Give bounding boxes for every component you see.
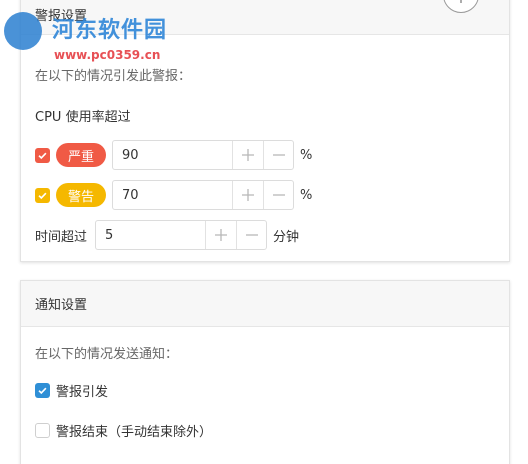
notify-raised-label: 警报引发	[56, 384, 109, 400]
page: 警报设置 在以下的情况引发此警报： CPU 使用率超过 严重 90 % 警告 7…	[0, 0, 528, 464]
warning-threshold-input[interactable]: 70	[113, 181, 234, 209]
watermark-url: www.pc0359.cn	[54, 48, 161, 62]
duration-decrement-button[interactable]	[236, 221, 266, 249]
critical-row: 严重 90 %	[35, 140, 312, 170]
critical-threshold-input[interactable]: 90	[113, 141, 234, 169]
notify-ended-checkbox[interactable]	[35, 422, 50, 438]
site-watermark: 河东软件园 www.pc0359.cn	[0, 0, 220, 72]
critical-threshold-stepper: 90	[112, 140, 295, 170]
checkmark-icon	[38, 192, 47, 199]
warning-increment-button[interactable]	[233, 181, 263, 209]
plus-icon	[242, 149, 255, 161]
warning-threshold-stepper: 70	[112, 180, 295, 210]
notify-settings-header: 通知设置	[21, 281, 509, 327]
duration-unit: 分钟	[273, 229, 300, 245]
duration-label: 时间超过	[35, 229, 88, 245]
cpu-usage-label: CPU 使用率超过	[35, 110, 131, 125]
critical-badge: 严重	[56, 143, 107, 167]
minus-icon	[272, 154, 285, 156]
critical-checkbox[interactable]	[35, 147, 50, 163]
checkmark-icon	[38, 387, 47, 394]
duration-row: 时间超过 5 分钟	[35, 220, 299, 250]
notify-raised-checkbox[interactable]	[35, 382, 50, 398]
warning-checkbox[interactable]	[35, 187, 50, 203]
notify-option-raised[interactable]: 警报引发	[35, 375, 108, 405]
critical-decrement-button[interactable]	[263, 141, 293, 169]
critical-increment-button[interactable]	[233, 141, 263, 169]
warning-unit: %	[300, 187, 313, 203]
duration-stepper: 5	[95, 220, 268, 250]
watermark-title: 河东软件园	[52, 17, 168, 43]
warning-row: 警告 70 %	[35, 180, 312, 210]
checkmark-icon	[38, 152, 47, 159]
minus-icon	[272, 194, 285, 196]
critical-unit: %	[300, 147, 313, 163]
notify-settings-card: 通知设置 在以下的情况发送通知： 警报引发 警报结束（手动结束除外）	[20, 280, 510, 464]
notify-hint: 在以下的情况发送通知：	[35, 347, 179, 362]
site-logo-icon	[4, 12, 42, 50]
plus-icon	[215, 229, 228, 241]
duration-increment-button[interactable]	[206, 221, 236, 249]
minus-icon	[245, 234, 258, 236]
notify-ended-label: 警报结束（手动结束除外）	[56, 424, 213, 440]
warning-decrement-button[interactable]	[263, 181, 293, 209]
warning-badge: 警告	[56, 183, 107, 207]
plus-icon	[242, 189, 255, 201]
duration-input[interactable]: 5	[96, 221, 207, 249]
notify-settings-title: 通知设置	[35, 298, 88, 313]
notify-option-ended[interactable]: 警报结束（手动结束除外）	[35, 415, 212, 445]
